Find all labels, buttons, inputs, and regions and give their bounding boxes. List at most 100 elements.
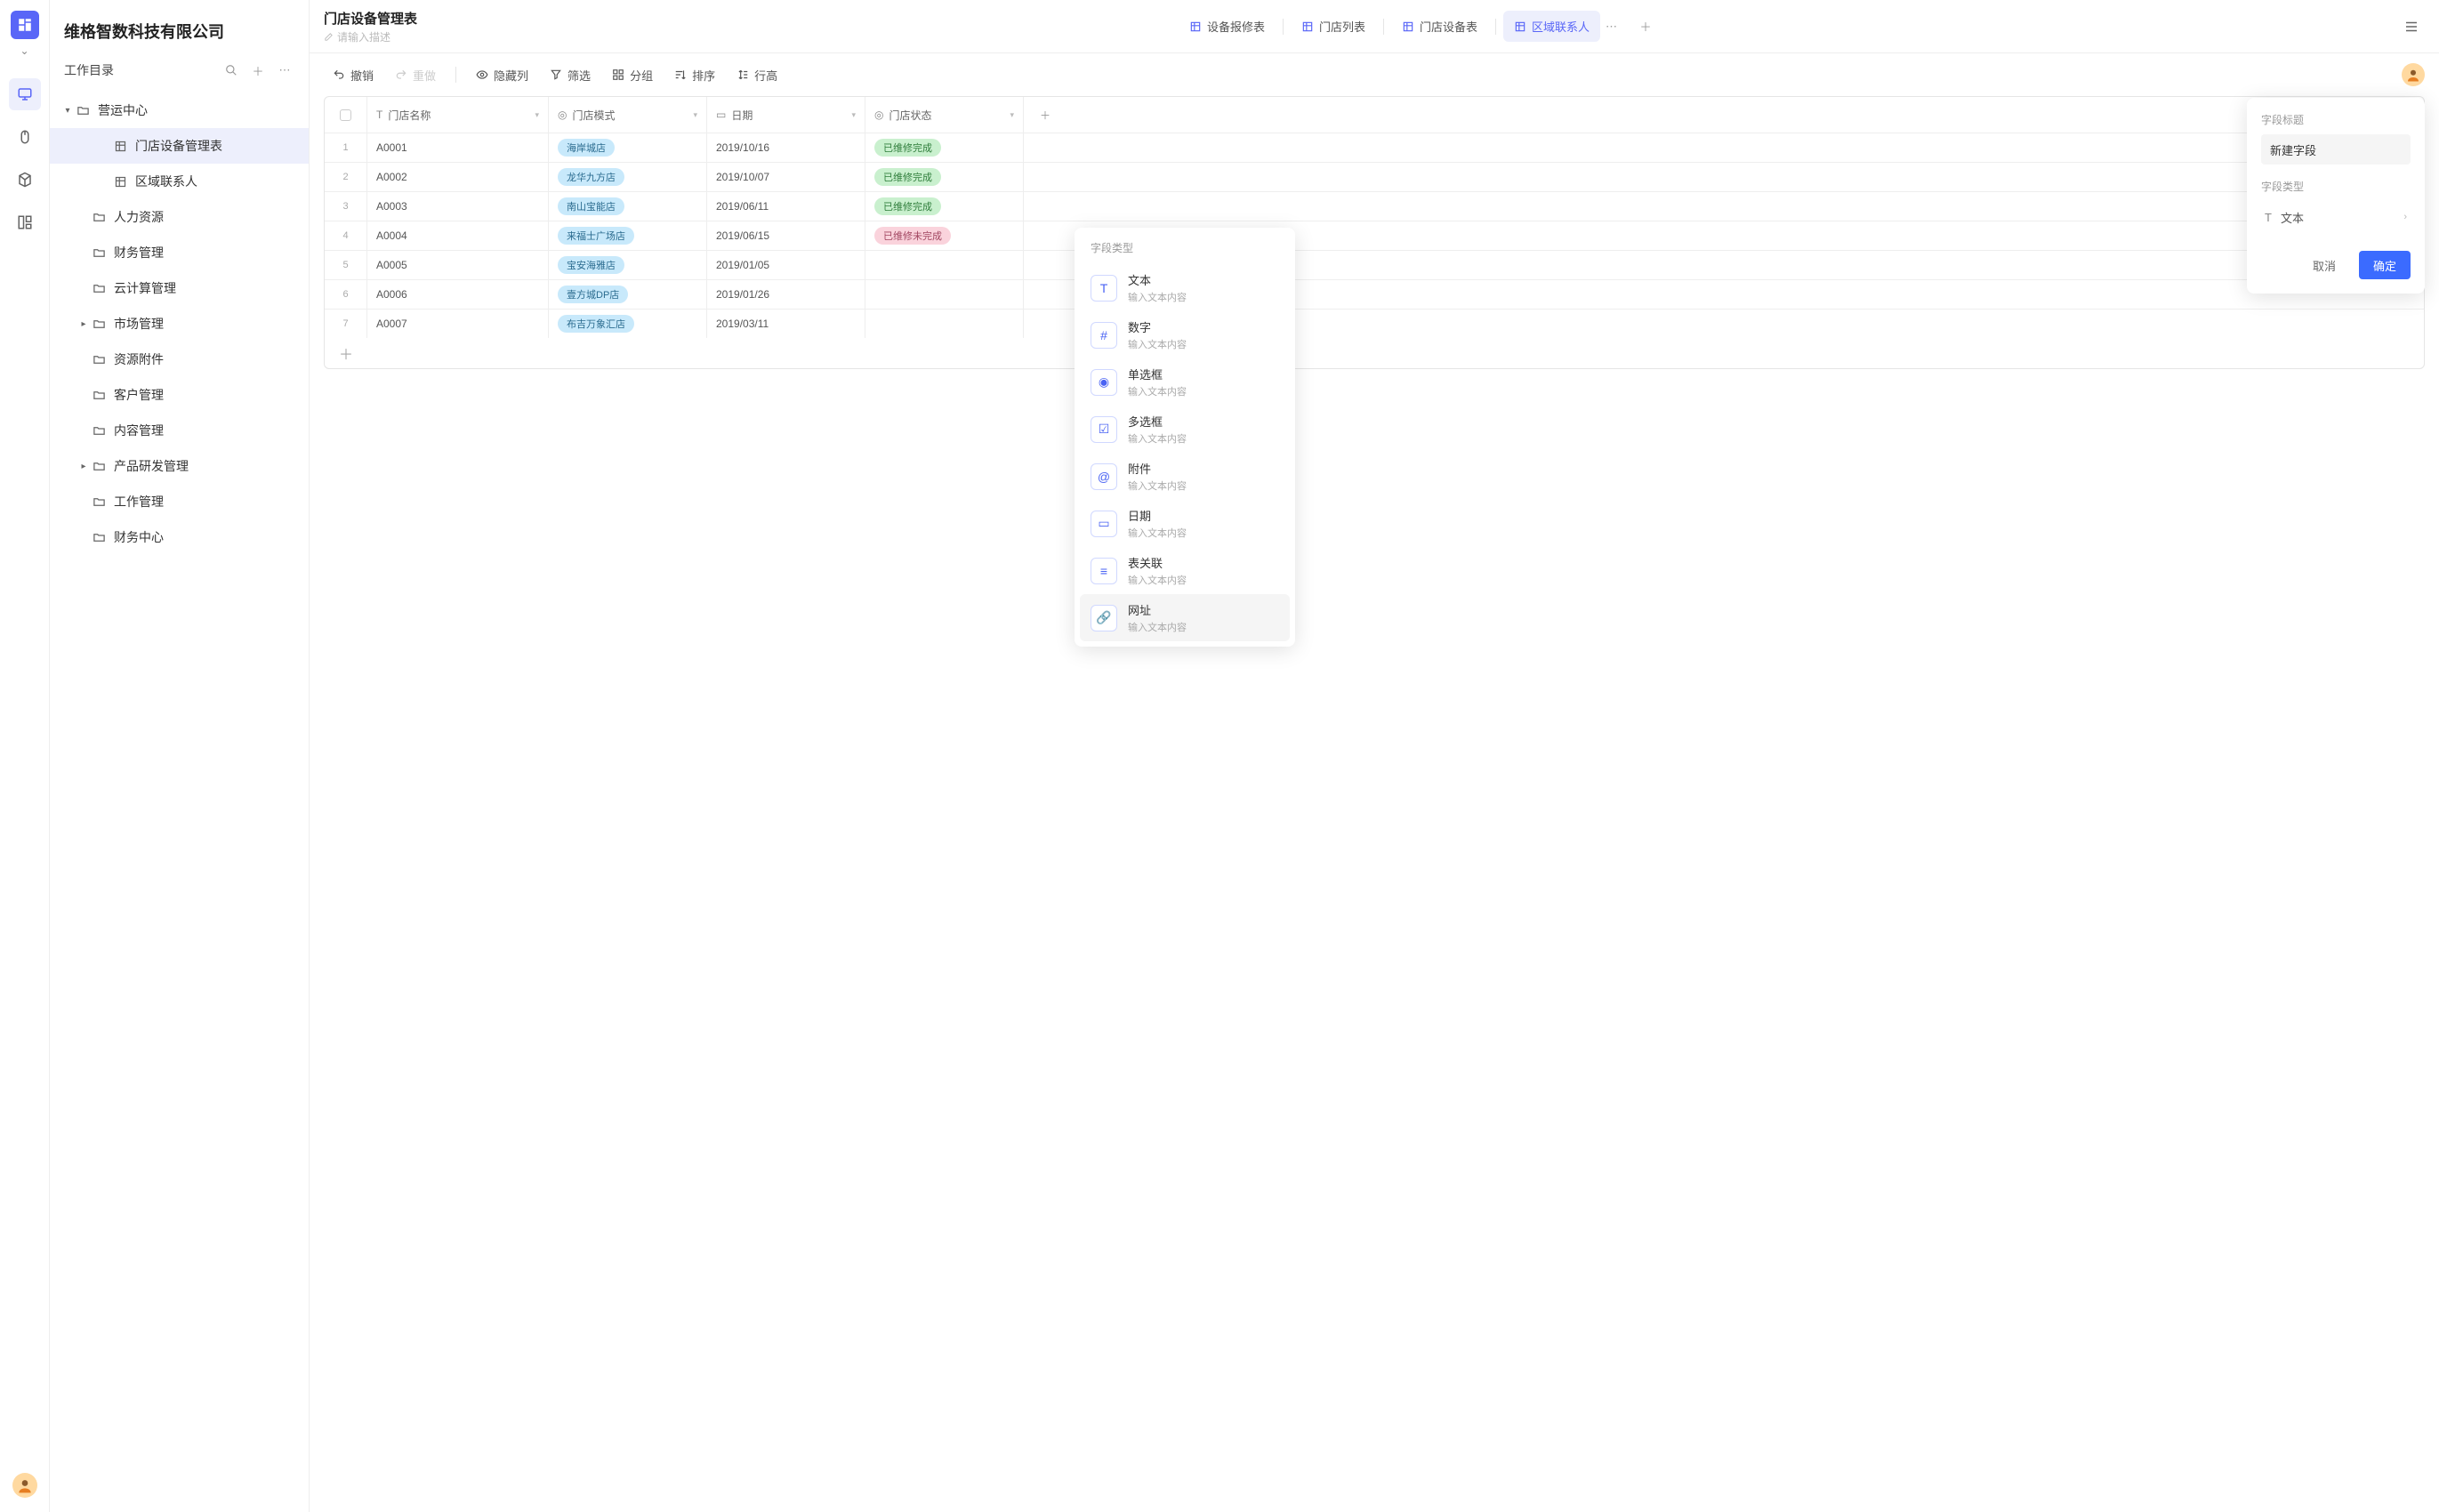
- ok-button[interactable]: 确定: [2359, 251, 2411, 279]
- chevron-down-icon[interactable]: ▾: [535, 110, 539, 120]
- cell[interactable]: 龙华九方店: [549, 163, 707, 191]
- select-all-checkbox[interactable]: [325, 97, 367, 133]
- chevron-down-icon[interactable]: ▾: [1010, 110, 1014, 120]
- search-icon[interactable]: [221, 60, 241, 80]
- cell[interactable]: 2019/01/26: [707, 280, 865, 309]
- tree-node[interactable]: ▸资源附件: [50, 342, 309, 377]
- redo-button[interactable]: 重做: [386, 61, 445, 89]
- tree-node[interactable]: ▸人力资源: [50, 199, 309, 235]
- field-type-option[interactable]: ≡表关联输入文本内容: [1080, 547, 1290, 594]
- field-type-option[interactable]: T文本输入文本内容: [1080, 264, 1290, 311]
- rail-cube-icon[interactable]: [9, 164, 41, 196]
- cell[interactable]: 已维修未完成: [865, 221, 1024, 250]
- rail-mouse-icon[interactable]: [9, 121, 41, 153]
- cell[interactable]: A0001: [367, 133, 549, 162]
- row-index[interactable]: 1: [325, 133, 367, 162]
- table-row[interactable]: 3A0003南山宝能店2019/06/11已维修完成: [325, 192, 2424, 221]
- chevron-down-icon[interactable]: ▾: [693, 110, 697, 120]
- tree-node[interactable]: ▸客户管理: [50, 377, 309, 413]
- chevron-down-icon[interactable]: ⌄: [20, 44, 28, 57]
- field-type-select[interactable]: T 文本 ›: [2261, 201, 2411, 233]
- cell[interactable]: A0006: [367, 280, 549, 309]
- table-row[interactable]: 7A0007布吉万象汇店2019/03/11: [325, 310, 2424, 338]
- menu-icon[interactable]: [2398, 13, 2425, 40]
- cancel-button[interactable]: 取消: [2298, 251, 2350, 279]
- view-tab[interactable]: 门店设备表: [1391, 11, 1488, 42]
- cell[interactable]: 2019/06/11: [707, 192, 865, 221]
- sort-button[interactable]: 排序: [665, 61, 724, 89]
- column-header[interactable]: T门店名称▾: [367, 97, 549, 133]
- tree-node[interactable]: ▸工作管理: [50, 484, 309, 519]
- row-index[interactable]: 5: [325, 251, 367, 279]
- rail-workspace-icon[interactable]: [9, 78, 41, 110]
- table-row[interactable]: 1A0001海岸城店2019/10/16已维修完成: [325, 133, 2424, 163]
- view-tab[interactable]: 门店列表: [1291, 11, 1376, 42]
- cell[interactable]: 已维修完成: [865, 133, 1024, 162]
- page-desc[interactable]: 请输入描述: [324, 29, 417, 44]
- view-tab[interactable]: 区域联系人: [1503, 11, 1600, 42]
- tree-node[interactable]: ▸内容管理: [50, 413, 309, 448]
- cell[interactable]: A0003: [367, 192, 549, 221]
- cell[interactable]: 2019/01/05: [707, 251, 865, 279]
- table-row[interactable]: 2A0002龙华九方店2019/10/07已维修完成: [325, 163, 2424, 192]
- tree-node[interactable]: ▸门店设备管理表: [50, 128, 309, 164]
- tree-node[interactable]: ▸产品研发管理: [50, 448, 309, 484]
- views-more-icon[interactable]: ⋯: [1600, 14, 1622, 39]
- chevron-down-icon[interactable]: ▾: [851, 110, 856, 120]
- more-icon[interactable]: ⋯: [275, 60, 294, 80]
- undo-button[interactable]: 撤销: [324, 61, 382, 89]
- cell[interactable]: [865, 310, 1024, 338]
- field-type-option[interactable]: ▭日期输入文本内容: [1080, 500, 1290, 547]
- row-index[interactable]: 3: [325, 192, 367, 221]
- cell[interactable]: A0005: [367, 251, 549, 279]
- cell[interactable]: A0007: [367, 310, 549, 338]
- cell[interactable]: A0002: [367, 163, 549, 191]
- cell[interactable]: 2019/10/07: [707, 163, 865, 191]
- row-index[interactable]: 7: [325, 310, 367, 338]
- field-title-input[interactable]: [2261, 134, 2411, 165]
- cell[interactable]: 南山宝能店: [549, 192, 707, 221]
- add-node-icon[interactable]: ＋: [248, 60, 268, 80]
- group-button[interactable]: 分组: [603, 61, 662, 89]
- table-row[interactable]: 4A0004来福士广场店2019/06/15已维修未完成: [325, 221, 2424, 251]
- field-type-option[interactable]: 🔗网址输入文本内容: [1080, 594, 1290, 641]
- tree-node-root[interactable]: ▾ 营运中心: [50, 92, 309, 128]
- rail-layout-icon[interactable]: [9, 206, 41, 238]
- add-column-button[interactable]: ＋: [1024, 97, 1067, 133]
- cell[interactable]: 布吉万象汇店: [549, 310, 707, 338]
- filter-button[interactable]: 筛选: [541, 61, 600, 89]
- tree-node[interactable]: ▸云计算管理: [50, 270, 309, 306]
- row-index[interactable]: 4: [325, 221, 367, 250]
- cell[interactable]: A0004: [367, 221, 549, 250]
- cell[interactable]: 来福士广场店: [549, 221, 707, 250]
- field-type-option[interactable]: @附件输入文本内容: [1080, 453, 1290, 500]
- table-row[interactable]: 6A0006壹方城DP店2019/01/26: [325, 280, 2424, 310]
- field-type-option[interactable]: ☑多选框输入文本内容: [1080, 406, 1290, 453]
- hide-columns-button[interactable]: 隐藏列: [467, 61, 537, 89]
- row-index[interactable]: 2: [325, 163, 367, 191]
- cell[interactable]: [865, 280, 1024, 309]
- field-type-option[interactable]: #数字输入文本内容: [1080, 311, 1290, 358]
- cell[interactable]: 壹方城DP店: [549, 280, 707, 309]
- tree-node[interactable]: ▸财务管理: [50, 235, 309, 270]
- cell[interactable]: 2019/06/15: [707, 221, 865, 250]
- tree-node[interactable]: ▸区域联系人: [50, 164, 309, 199]
- rail-avatar[interactable]: [12, 1473, 37, 1498]
- toolbar-avatar[interactable]: [2402, 63, 2425, 86]
- add-row-button[interactable]: ＋: [325, 338, 2424, 368]
- table-row[interactable]: 5A0005宝安海雅店2019/01/05: [325, 251, 2424, 280]
- cell[interactable]: 已维修完成: [865, 192, 1024, 221]
- cell[interactable]: 2019/10/16: [707, 133, 865, 162]
- cell[interactable]: 已维修完成: [865, 163, 1024, 191]
- column-header[interactable]: ◎门店模式▾: [549, 97, 707, 133]
- cell[interactable]: [865, 251, 1024, 279]
- column-header[interactable]: ▭日期▾: [707, 97, 865, 133]
- tree-node[interactable]: ▸市场管理: [50, 306, 309, 342]
- cell[interactable]: 宝安海雅店: [549, 251, 707, 279]
- cell[interactable]: 2019/03/11: [707, 310, 865, 338]
- row-index[interactable]: 6: [325, 280, 367, 309]
- field-type-option[interactable]: ◉单选框输入文本内容: [1080, 358, 1290, 406]
- view-tab[interactable]: 设备报修表: [1179, 11, 1276, 42]
- tree-node[interactable]: ▸财务中心: [50, 519, 309, 555]
- add-view-button[interactable]: ＋: [1633, 14, 1658, 39]
